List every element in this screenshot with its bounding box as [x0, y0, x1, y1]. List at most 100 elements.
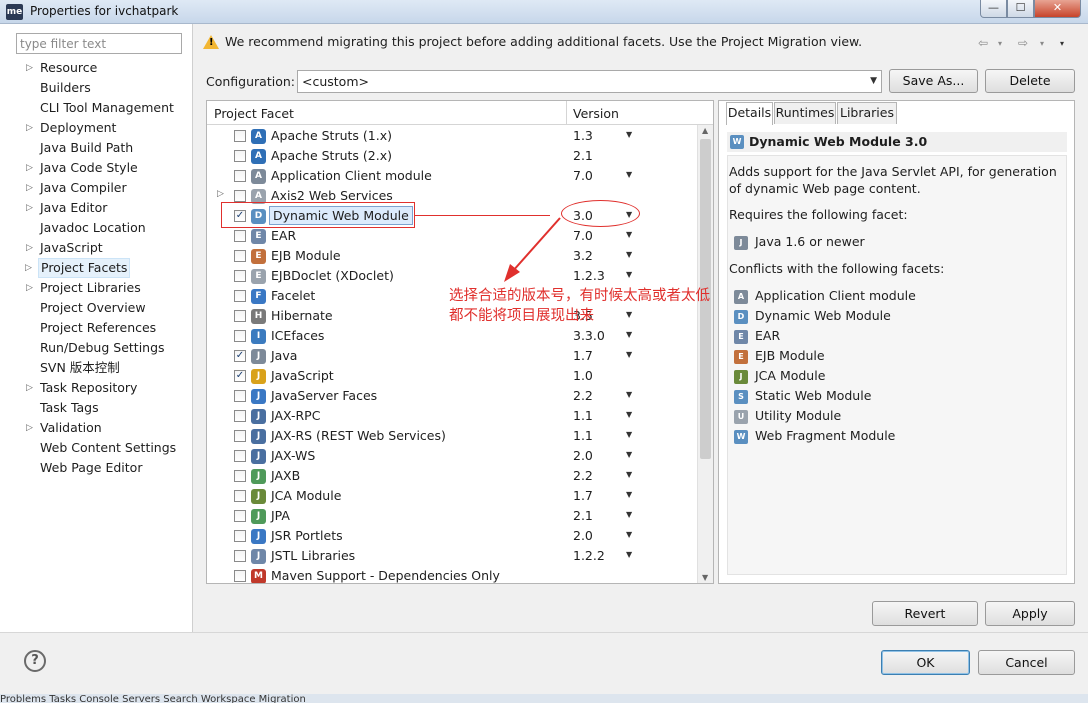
sidebar-item-task-tags[interactable]: Task Tags — [40, 398, 99, 418]
facet-checkbox[interactable] — [234, 190, 246, 202]
sidebar-item-task-repository[interactable]: ▷ Task Repository — [26, 378, 137, 398]
facet-checkbox[interactable] — [234, 330, 246, 342]
expand-arrow-icon[interactable]: ▷ — [26, 238, 33, 258]
expand-arrow-icon[interactable]: ▷ — [26, 178, 33, 198]
facet-version[interactable]: 2.1 — [573, 148, 593, 163]
sidebar-item-project-overview[interactable]: Project Overview — [40, 298, 146, 318]
facet-row[interactable]: I ICEfaces 3.3.0 ▼ — [207, 326, 697, 346]
facet-row[interactable]: E EAR 7.0 ▼ — [207, 226, 697, 246]
facet-row[interactable]: J JSR Portlets 2.0 ▼ — [207, 526, 697, 546]
facet-version[interactable]: 1.2.2 — [573, 548, 605, 563]
back-dropdown-icon[interactable]: ▾ — [998, 39, 1002, 48]
sidebar-item-run-debug-settings[interactable]: Run/Debug Settings — [40, 338, 165, 358]
sidebar-item-java-compiler[interactable]: ▷ Java Compiler — [26, 178, 127, 198]
help-icon[interactable]: ? — [24, 650, 46, 672]
version-dropdown-icon[interactable]: ▼ — [626, 470, 632, 479]
facet-version[interactable]: 2.2 — [573, 468, 593, 483]
tab-libraries[interactable]: Libraries — [837, 102, 897, 124]
facet-checkbox[interactable]: ✓ — [234, 370, 246, 382]
facet-checkbox[interactable] — [234, 570, 246, 582]
facet-row[interactable]: A Application Client module 7.0 ▼ — [207, 166, 697, 186]
facet-version[interactable]: 2.0 — [573, 528, 593, 543]
column-project-facet[interactable]: Project Facet — [214, 106, 294, 121]
maximize-button[interactable]: ☐ — [1007, 0, 1034, 18]
facet-version[interactable]: 1.7 — [573, 488, 593, 503]
facet-table-scrollbar[interactable]: ▲ ▼ — [697, 125, 713, 583]
facet-checkbox[interactable] — [234, 230, 246, 242]
revert-button[interactable]: Revert — [872, 601, 978, 626]
sidebar-item-resource[interactable]: ▷ Resource — [26, 58, 97, 78]
facet-checkbox[interactable] — [234, 510, 246, 522]
version-dropdown-icon[interactable]: ▼ — [626, 330, 632, 339]
facet-row[interactable]: A Apache Struts (2.x) 2.1 — [207, 146, 697, 166]
version-dropdown-icon[interactable]: ▼ — [626, 450, 632, 459]
facet-version[interactable]: 2.0 — [573, 448, 593, 463]
facet-row[interactable]: J JCA Module 1.7 ▼ — [207, 486, 697, 506]
facet-version[interactable]: 2.2 — [573, 388, 593, 403]
sidebar-item-project-facets[interactable]: ▷ Project Facets — [25, 258, 131, 278]
sidebar-item-web-page-editor[interactable]: Web Page Editor — [40, 458, 142, 478]
facet-row[interactable]: A Apache Struts (1.x) 1.3 ▼ — [207, 126, 697, 146]
facet-row[interactable]: E EJB Module 3.2 ▼ — [207, 246, 697, 266]
facet-version[interactable]: 1.7 — [573, 348, 593, 363]
facet-checkbox[interactable] — [234, 170, 246, 182]
version-dropdown-icon[interactable]: ▼ — [626, 230, 632, 239]
sidebar-item-project-libraries[interactable]: ▷ Project Libraries — [26, 278, 141, 298]
facet-version[interactable]: 2.1 — [573, 508, 593, 523]
facet-checkbox[interactable] — [234, 430, 246, 442]
version-dropdown-icon[interactable]: ▼ — [626, 250, 632, 259]
tab-details[interactable]: Details — [726, 102, 773, 125]
sidebar-item-cli-tool-management[interactable]: CLI Tool Management — [40, 98, 174, 118]
version-dropdown-icon[interactable]: ▼ — [626, 350, 632, 359]
version-dropdown-icon[interactable]: ▼ — [626, 170, 632, 179]
version-dropdown-icon[interactable]: ▼ — [626, 390, 632, 399]
expand-arrow-icon[interactable]: ▷ — [25, 259, 32, 277]
expand-arrow-icon[interactable]: ▷ — [217, 189, 224, 199]
sidebar-item-builders[interactable]: Builders — [40, 78, 91, 98]
expand-arrow-icon[interactable]: ▷ — [26, 118, 33, 138]
version-dropdown-icon[interactable]: ▼ — [626, 550, 632, 559]
facet-row[interactable]: J JavaServer Faces 2.2 ▼ — [207, 386, 697, 406]
facet-checkbox[interactable] — [234, 390, 246, 402]
facet-version[interactable]: 1.1 — [573, 428, 593, 443]
version-dropdown-icon[interactable]: ▼ — [626, 510, 632, 519]
facet-checkbox[interactable] — [234, 270, 246, 282]
sidebar-item-java-editor[interactable]: ▷ Java Editor — [26, 198, 107, 218]
facet-version[interactable]: 1.0 — [573, 368, 593, 383]
expand-arrow-icon[interactable]: ▷ — [26, 158, 33, 178]
sidebar-item-javascript[interactable]: ▷ JavaScript — [26, 238, 103, 258]
scroll-down-icon[interactable]: ▼ — [702, 573, 708, 582]
sidebar-item-project-references[interactable]: Project References — [40, 318, 156, 338]
apply-button[interactable]: Apply — [985, 601, 1075, 626]
version-dropdown-icon[interactable]: ▼ — [626, 270, 632, 279]
forward-arrow-icon[interactable]: ⇨ — [1018, 36, 1028, 50]
facet-row[interactable]: E EJBDoclet (XDoclet) 1.2.3 ▼ — [207, 266, 697, 286]
save-as-button[interactable]: Save As... — [889, 69, 978, 93]
expand-arrow-icon[interactable]: ▷ — [26, 198, 33, 218]
version-dropdown-icon[interactable]: ▼ — [626, 130, 632, 139]
facet-row[interactable]: J JPA 2.1 ▼ — [207, 506, 697, 526]
configuration-select[interactable]: <custom> ▼ — [297, 70, 882, 93]
facet-checkbox[interactable] — [234, 250, 246, 262]
facet-row[interactable]: J JAXB 2.2 ▼ — [207, 466, 697, 486]
expand-arrow-icon[interactable]: ▷ — [26, 278, 33, 298]
facet-row[interactable]: J JAX-RS (REST Web Services) 1.1 ▼ — [207, 426, 697, 446]
column-version[interactable]: Version — [573, 106, 619, 121]
sidebar-item-deployment[interactable]: ▷ Deployment — [26, 118, 116, 138]
facet-version[interactable]: 1.3 — [573, 128, 593, 143]
expand-arrow-icon[interactable]: ▷ — [26, 378, 33, 398]
view-menu-icon[interactable]: ▾ — [1060, 39, 1064, 48]
minimize-button[interactable]: — — [980, 0, 1007, 18]
sidebar-item-javadoc-location[interactable]: Javadoc Location — [40, 218, 146, 238]
close-button[interactable]: ✕ — [1034, 0, 1081, 18]
facet-checkbox[interactable] — [234, 550, 246, 562]
facet-checkbox[interactable]: ✓ — [234, 350, 246, 362]
facet-version[interactable]: 3.3.0 — [573, 328, 605, 343]
expand-arrow-icon[interactable]: ▷ — [26, 418, 33, 438]
expand-arrow-icon[interactable]: ▷ — [26, 58, 33, 78]
facet-version[interactable]: 1.2.3 — [573, 268, 605, 283]
facet-checkbox[interactable] — [234, 490, 246, 502]
version-dropdown-icon[interactable]: ▼ — [626, 410, 632, 419]
sidebar-item-svn[interactable]: SVN 版本控制 — [40, 358, 120, 378]
sidebar-item-java-build-path[interactable]: Java Build Path — [40, 138, 133, 158]
